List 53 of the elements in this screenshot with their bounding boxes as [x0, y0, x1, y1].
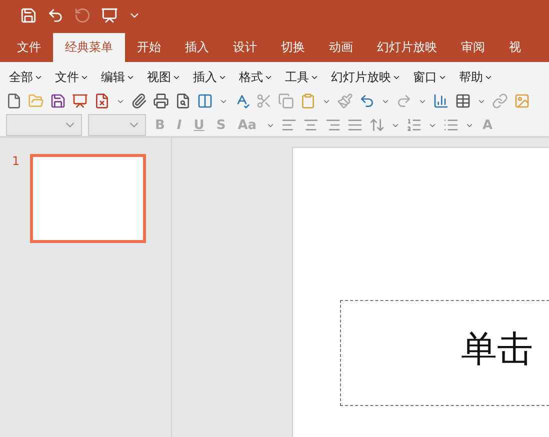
- menu-item[interactable]: 插入: [190, 68, 230, 86]
- line-spacing-icon[interactable]: [368, 117, 385, 133]
- menu-item[interactable]: 工具: [282, 68, 322, 86]
- folder-icon[interactable]: [28, 93, 44, 109]
- attach-icon[interactable]: [131, 93, 147, 109]
- ribbon-tab[interactable]: 设计: [221, 33, 269, 62]
- preview-icon[interactable]: [175, 93, 191, 109]
- ribbon-tab[interactable]: 审阅: [449, 33, 497, 62]
- link-icon[interactable]: [492, 93, 508, 109]
- undo-icon[interactable]: [359, 93, 375, 109]
- paste-icon[interactable]: [300, 93, 316, 109]
- new-file-icon[interactable]: [6, 93, 22, 109]
- slide-number: 1: [12, 154, 20, 168]
- printer-icon[interactable]: [153, 93, 169, 109]
- menu-item[interactable]: 全部: [6, 68, 46, 86]
- bullet-list-icon[interactable]: [442, 117, 459, 133]
- ribbon-tab[interactable]: 动画: [317, 33, 365, 62]
- ribbon-tab[interactable]: 插入: [173, 33, 221, 62]
- menu-item[interactable]: 帮助: [456, 68, 496, 86]
- ribbon-tab[interactable]: 经典菜单: [53, 33, 125, 62]
- redo-icon[interactable]: [396, 93, 412, 109]
- align-left-icon[interactable]: [280, 117, 297, 133]
- menu-item[interactable]: 窗口: [410, 68, 450, 86]
- slide-thumbnail[interactable]: [30, 154, 146, 243]
- ribbon-tab[interactable]: 视: [497, 33, 533, 62]
- menu-item[interactable]: 编辑: [98, 68, 138, 86]
- cut-icon[interactable]: [256, 93, 272, 109]
- font-combo[interactable]: [6, 114, 82, 136]
- menu-item[interactable]: 文件: [52, 68, 92, 86]
- present-icon[interactable]: [101, 6, 118, 24]
- menu-item[interactable]: 视图: [144, 68, 184, 86]
- justify-icon[interactable]: [346, 117, 363, 133]
- size-combo[interactable]: [88, 114, 146, 136]
- align-right-icon[interactable]: [324, 117, 341, 133]
- delete-file-icon[interactable]: [94, 93, 110, 109]
- ribbon-tab[interactable]: 开始: [125, 33, 173, 62]
- menu-item[interactable]: 幻灯片放映: [328, 68, 404, 86]
- brush-icon[interactable]: [337, 93, 353, 109]
- layout-icon[interactable]: [197, 93, 213, 109]
- copy-icon[interactable]: [278, 93, 294, 109]
- title-placeholder[interactable]: 单击: [340, 300, 549, 406]
- picture-icon[interactable]: [514, 93, 530, 109]
- menu-item[interactable]: 格式: [236, 68, 276, 86]
- chart-icon[interactable]: [433, 93, 449, 109]
- slides-icon[interactable]: [72, 93, 88, 109]
- numbered-list-icon[interactable]: [406, 117, 422, 133]
- ribbon-tab[interactable]: 文件: [5, 33, 53, 62]
- ribbon-tab[interactable]: 幻灯片放映: [365, 33, 449, 62]
- undo-icon[interactable]: [47, 6, 64, 24]
- ribbon-tab[interactable]: 切换: [269, 33, 317, 62]
- table-icon[interactable]: [455, 93, 471, 109]
- save-icon[interactable]: [50, 93, 66, 109]
- align-center-icon[interactable]: [302, 117, 319, 133]
